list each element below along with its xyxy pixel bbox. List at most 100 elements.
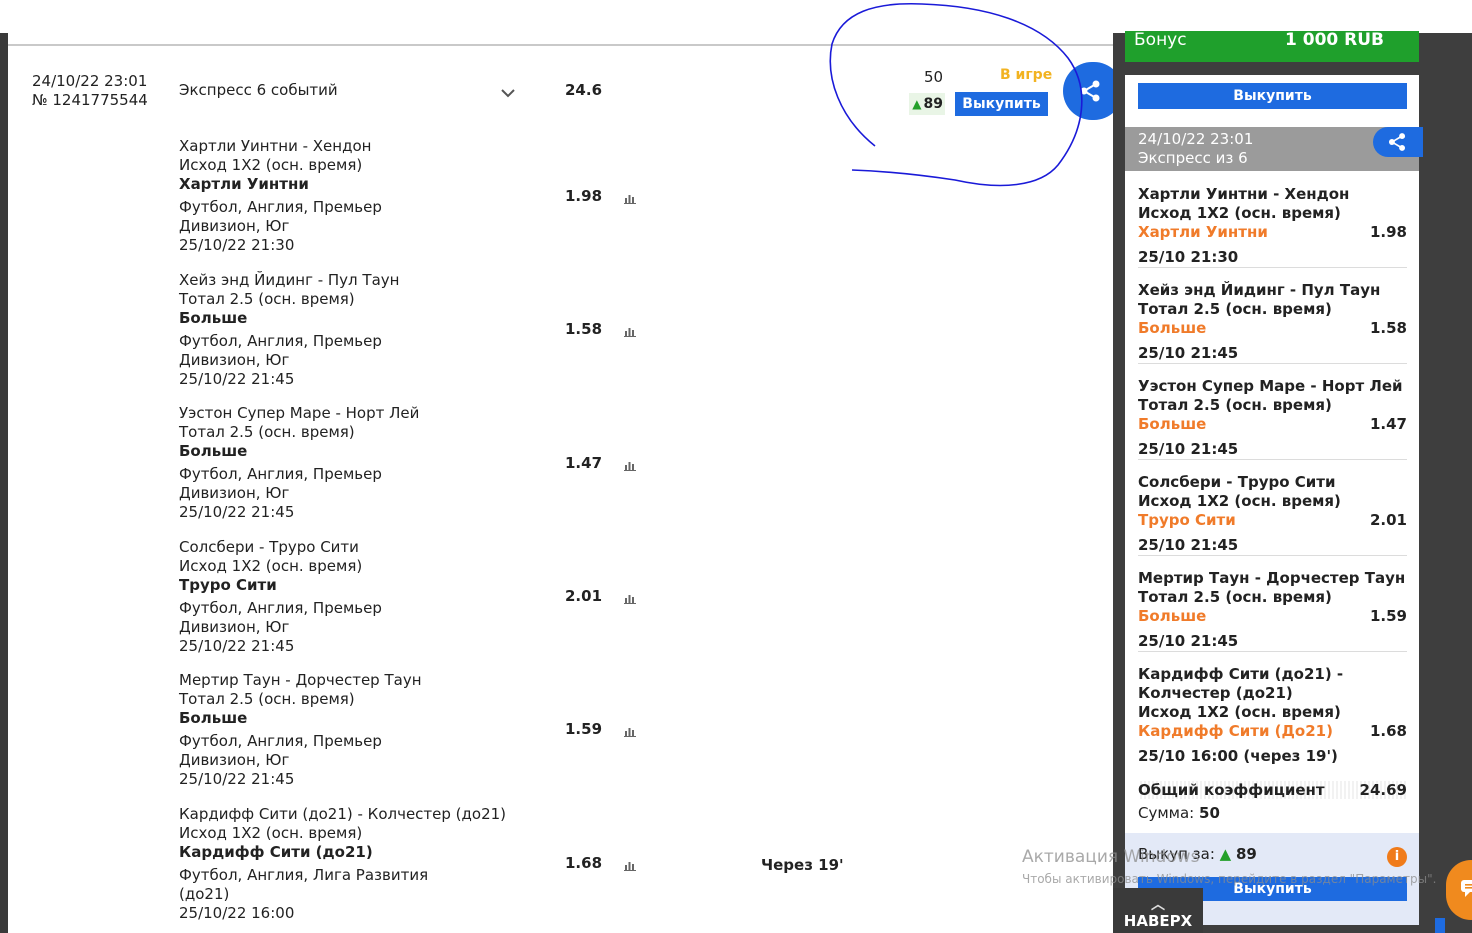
event-item: Уэстон Супер Маре - Норт Лей Тотал 2.5 (о… xyxy=(179,404,419,522)
stats-icon[interactable] xyxy=(624,325,636,337)
event-selection: Больше xyxy=(179,309,248,327)
event-market: Тотал 2.5 (осн. время) xyxy=(179,423,355,441)
sidebar-tab xyxy=(1435,918,1445,933)
event-selection: Хартли Уинтни xyxy=(179,175,309,193)
event-info: Футбол, Англия, Премьер Дивизион, Юг 25/… xyxy=(179,332,382,388)
event-info: Футбол, Англия, Премьер Дивизион, Юг 25/… xyxy=(179,599,382,655)
bet-coef: 1.47 xyxy=(1369,415,1407,433)
event-info: Футбол, Англия, Лига Развития (до21) 25/… xyxy=(179,866,429,922)
total-coefficient: Общий коэффициент 24.69 xyxy=(1138,781,1407,799)
bonus-amount: 1 000 RUB xyxy=(1285,30,1385,50)
bet-selection-row: Больше 1.59 xyxy=(1138,607,1407,626)
bet-market: Исход 1X2 (осн. время) xyxy=(1138,492,1341,510)
bet-meta: 24/10/22 23:01 № 1241775544 xyxy=(32,72,148,110)
divider xyxy=(1138,651,1407,652)
stats-icon[interactable] xyxy=(624,859,636,871)
bet-date: 25/10 21:45 xyxy=(1138,536,1239,554)
event-info: Футбол, Англия, Премьер Дивизион, Юг 25/… xyxy=(179,465,382,521)
buyout-value: 89 xyxy=(1235,845,1257,863)
event-market: Тотал 2.5 (осн. время) xyxy=(179,690,355,708)
event-match: Хартли Уинтни - Хендон xyxy=(179,137,372,155)
bet-card-item: Солсбери - Труро Сити Исход 1X2 (осн. вре… xyxy=(1138,473,1407,555)
event-coef: 1.98 xyxy=(565,187,603,205)
bet-selection: Кардифф Сити (До21) xyxy=(1138,722,1333,740)
bet-date: 25/10 21:30 xyxy=(1138,248,1239,266)
bet-match: Хейз энд Йидинг - Пул Таун xyxy=(1138,281,1381,299)
info-icon[interactable]: i xyxy=(1387,847,1407,867)
bet-coef: 1.59 xyxy=(1369,607,1407,625)
event-match: Хейз энд Йидинг - Пул Таун xyxy=(179,271,400,289)
stats-icon[interactable] xyxy=(624,592,636,604)
scroll-top-button[interactable]: ︿ НАВЕРХ xyxy=(1113,888,1203,933)
bet-date: 25/10 21:45 xyxy=(1138,344,1239,362)
event-coef: 1.47 xyxy=(565,454,603,472)
event-selection: Больше xyxy=(179,442,248,460)
event-coef: 1.59 xyxy=(565,720,603,738)
share-icon xyxy=(1080,80,1100,102)
divider xyxy=(1138,555,1407,556)
bet-card-item: Мертир Таун - Дорчестер Таун Тотал 2.5 (о… xyxy=(1138,569,1407,651)
stats-icon[interactable] xyxy=(624,725,636,737)
bet-selection-row: Больше 1.58 xyxy=(1138,319,1407,338)
event-selection: Больше xyxy=(179,709,248,727)
bet-card-header: 24/10/22 23:01 Экспресс из 6 xyxy=(1125,127,1423,171)
bet-selection-row: Больше 1.47 xyxy=(1138,415,1407,434)
bet-match: Уэстон Супер Маре - Норт Лей xyxy=(1138,377,1403,395)
event-item: Хейз энд Йидинг - Пул Таун Тотал 2.5 (осн… xyxy=(179,271,399,389)
bet-card: Выкупить 24/10/22 23:01 Экспресс из 6 Ха… xyxy=(1125,75,1423,925)
bet-market: Исход 1X2 (осн. время) xyxy=(1138,204,1341,222)
bet-match: Мертир Таун - Дорчестер Таун xyxy=(1138,569,1406,587)
event-item: Хартли Уинтни - Хендон Исход 1X2 (осн. вр… xyxy=(179,137,382,255)
event-selection: Труро Сити xyxy=(179,576,277,594)
event-market: Исход 1X2 (осн. время) xyxy=(179,156,363,174)
event-match: Мертир Таун - Дорчестер Таун xyxy=(179,671,422,689)
bonus-label: Бонус xyxy=(1134,30,1187,50)
bet-coef: 1.98 xyxy=(1369,223,1407,241)
event-info: Футбол, Англия, Премьер Дивизион, Юг 25/… xyxy=(179,198,382,254)
bet-selection: Больше xyxy=(1138,415,1207,433)
bet-date: 25/10 21:45 xyxy=(1138,632,1239,650)
event-item: Мертир Таун - Дорчестер Таун Тотал 2.5 (о… xyxy=(179,671,422,789)
bet-selection-row: Труро Сити 2.01 xyxy=(1138,511,1407,530)
bet-selection: Труро Сити xyxy=(1138,511,1236,529)
event-item: Солсбери - Труро Сити Исход 1X2 (осн. вре… xyxy=(179,538,382,656)
bet-coef: 1.58 xyxy=(1369,319,1407,337)
bet-card-item: Уэстон Супер Маре - Норт Лей Тотал 2.5 (о… xyxy=(1138,377,1407,459)
divider xyxy=(1138,267,1407,268)
stats-icon[interactable] xyxy=(624,459,636,471)
cashout-button[interactable]: Выкупить xyxy=(1138,83,1407,109)
bet-card-item: Хартли Уинтни - Хендон Исход 1X2 (осн. вр… xyxy=(1138,185,1407,267)
bet-card-date: 24/10/22 23:01 xyxy=(1138,130,1254,148)
event-coef: 2.01 xyxy=(565,587,603,605)
bet-coef: 1.68 xyxy=(1369,722,1407,740)
cashout-button[interactable]: Выкупить xyxy=(955,92,1048,116)
event-market: Тотал 2.5 (осн. время) xyxy=(179,290,355,308)
event-coef: 1.58 xyxy=(565,320,603,338)
chevron-up-icon: ︿ xyxy=(1151,897,1165,913)
scroll-top-label: НАВЕРХ xyxy=(1123,912,1193,930)
bet-match: Хартли Уинтни - Хендон xyxy=(1138,185,1350,203)
total-label: Общий коэффициент xyxy=(1138,781,1325,799)
bet-card-item: Кардифф Сити (до21) - Колчестер (до21) Ис… xyxy=(1138,665,1407,766)
bet-selection-row: Кардифф Сити (До21) 1.68 xyxy=(1138,722,1407,741)
arrow-up-icon: ▲ xyxy=(912,97,922,111)
event-match: Кардифф Сити (до21) - Колчестер (до21) xyxy=(179,805,507,823)
bonus-banner[interactable]: Бонус 1 000 RUB xyxy=(1125,30,1419,62)
share-button[interactable] xyxy=(1373,127,1423,157)
share-icon xyxy=(1388,133,1406,151)
bet-date: 24/10/22 23:01 xyxy=(32,72,148,90)
divider xyxy=(8,44,1113,46)
event-market: Исход 1X2 (осн. время) xyxy=(179,824,363,842)
bet-coef: 2.01 xyxy=(1369,511,1407,529)
chevron-down-icon[interactable] xyxy=(499,84,517,102)
event-match: Солсбери - Труро Сити xyxy=(179,538,359,556)
buyout-label: Выкуп за: xyxy=(1138,845,1215,863)
event-selection: Кардифф Сити (до21) xyxy=(179,843,373,861)
event-item: Кардифф Сити (до21) - Колчестер (до21) Ис… xyxy=(179,805,506,923)
left-edge-bar xyxy=(0,33,8,933)
bet-market: Тотал 2.5 (осн. время) xyxy=(1138,300,1332,318)
divider xyxy=(1138,363,1407,364)
stats-icon[interactable] xyxy=(624,192,636,204)
event-match: Уэстон Супер Маре - Норт Лей xyxy=(179,404,420,422)
chat-icon xyxy=(1461,880,1472,897)
